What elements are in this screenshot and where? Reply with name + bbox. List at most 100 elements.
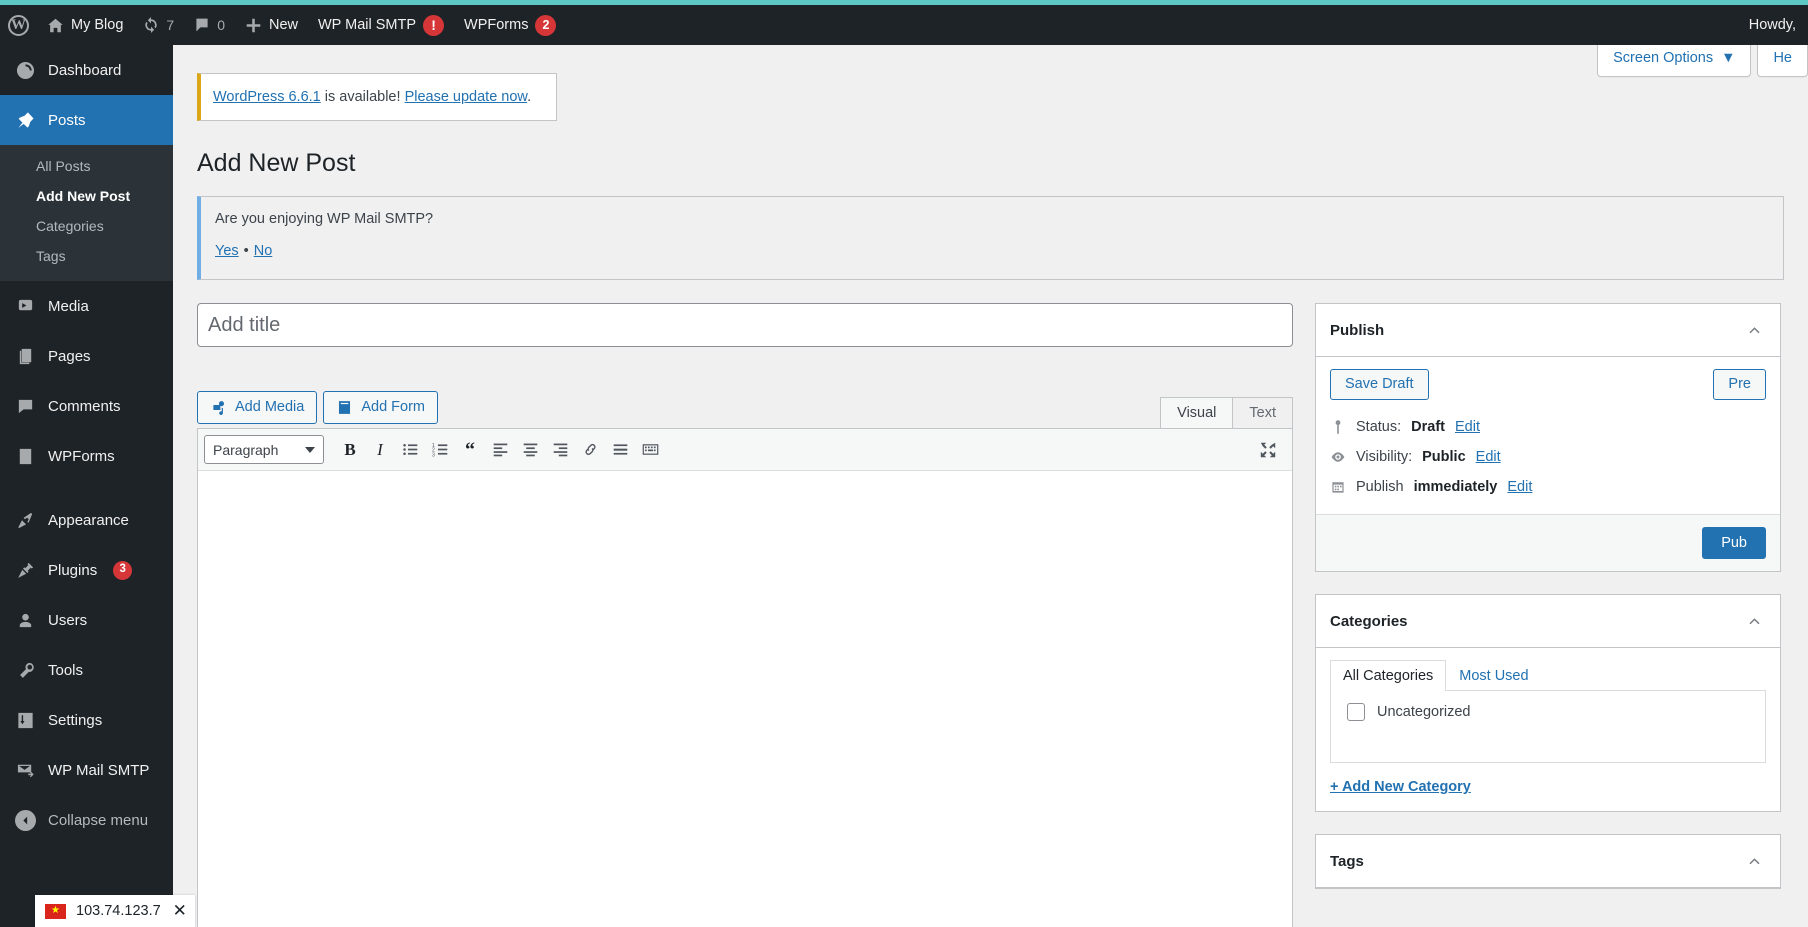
add-media-button[interactable]: Add Media xyxy=(197,391,317,424)
collapse-menu-button[interactable]: Collapse menu xyxy=(0,795,173,845)
edit-schedule-link[interactable]: Edit xyxy=(1507,479,1532,495)
close-icon[interactable]: ✕ xyxy=(171,901,187,921)
categories-checklist: Uncategorized xyxy=(1330,691,1766,763)
wp-mail-smtp-review-notice: Are you enjoying WP Mail SMTP? Yes•No xyxy=(197,196,1784,280)
sidebar-item-tools[interactable]: Tools xyxy=(0,645,173,695)
site-name-label: My Blog xyxy=(71,17,123,33)
plugins-update-badge: 3 xyxy=(113,561,132,580)
paragraph-format-select[interactable]: ParagraphHeading 1Heading 2Heading 3Pref… xyxy=(204,435,324,464)
menu-separator xyxy=(0,481,173,495)
italic-icon[interactable]: I xyxy=(366,436,394,464)
sidebar-item-wp-mail-smtp[interactable]: WP Mail SMTP xyxy=(0,745,173,795)
main-content-area: Screen Options ▼ He WordPress 6.6.1 is a… xyxy=(173,45,1808,927)
read-more-icon[interactable] xyxy=(606,436,634,464)
align-left-icon[interactable] xyxy=(486,436,514,464)
add-form-button[interactable]: Add Form xyxy=(323,391,438,424)
category-item-uncategorized[interactable]: Uncategorized xyxy=(1347,703,1753,721)
toolbar-toggle-icon[interactable] xyxy=(636,436,664,464)
sidebar-subitem-add-new-post[interactable]: Add New Post xyxy=(0,181,173,211)
editor-mode-tabs: Visual Text xyxy=(1161,397,1293,428)
publish-button[interactable]: Pub xyxy=(1702,527,1766,560)
chevron-up-icon[interactable] xyxy=(1740,316,1768,344)
post-title-input[interactable] xyxy=(197,303,1293,347)
help-button[interactable]: He xyxy=(1757,45,1808,77)
sidebar-item-posts[interactable]: Posts xyxy=(0,95,173,145)
bulleted-list-icon[interactable] xyxy=(396,436,424,464)
sidebar-item-dashboard[interactable]: Dashboard xyxy=(0,45,173,95)
sidebar-item-pages[interactable]: Pages xyxy=(0,331,173,381)
fullscreen-icon[interactable] xyxy=(1254,436,1282,464)
sidebar-item-wpforms[interactable]: WPForms xyxy=(0,431,173,481)
wp-mail-smtp-menu[interactable]: WP Mail SMTP ! xyxy=(308,5,454,45)
sidebar-item-label: Appearance xyxy=(48,512,129,529)
help-label: He xyxy=(1773,50,1792,66)
post-status-row: Status: Draft Edit xyxy=(1330,412,1766,442)
edit-status-link[interactable]: Edit xyxy=(1455,419,1480,435)
post-visibility-label: Visibility: xyxy=(1356,449,1412,465)
home-icon xyxy=(47,17,64,34)
sidebar-item-media[interactable]: Media xyxy=(0,281,173,331)
updates-menu[interactable]: 7 xyxy=(133,5,184,45)
add-new-category-link[interactable]: + Add New Category xyxy=(1330,779,1471,795)
comments-menu[interactable]: 0 xyxy=(184,5,235,45)
wp-mail-smtp-alert-badge: ! xyxy=(423,15,444,36)
pages-icon xyxy=(14,347,36,366)
save-draft-button[interactable]: Save Draft xyxy=(1330,369,1429,400)
eye-icon xyxy=(1330,449,1346,465)
post-sidebar-column: Publish Save Draft Pre xyxy=(1315,303,1781,911)
numbered-list-icon[interactable]: 123 xyxy=(426,436,454,464)
blockquote-icon[interactable]: “ xyxy=(456,436,484,464)
wp-logo-menu[interactable]: W xyxy=(0,5,37,45)
align-right-icon[interactable] xyxy=(546,436,574,464)
please-update-now-link[interactable]: Please update now xyxy=(405,89,528,105)
post-schedule-row: Publish immediately Edit xyxy=(1330,472,1766,502)
category-checkbox[interactable] xyxy=(1347,703,1365,721)
tab-text[interactable]: Text xyxy=(1232,397,1293,428)
screen-options-button[interactable]: Screen Options ▼ xyxy=(1597,45,1751,77)
smtp-notice-no-link[interactable]: No xyxy=(254,243,273,259)
smtp-notice-separator: • xyxy=(244,243,249,259)
sidebar-item-plugins[interactable]: Plugins 3 xyxy=(0,545,173,595)
publish-metabox-title: Publish xyxy=(1330,322,1384,339)
align-center-icon[interactable] xyxy=(516,436,544,464)
editor-content-area[interactable] xyxy=(198,472,1292,927)
update-notice: WordPress 6.6.1 is available! Please upd… xyxy=(197,73,557,121)
sidebar-item-settings[interactable]: Settings xyxy=(0,695,173,745)
media-icon xyxy=(14,297,36,316)
sidebar-item-comments[interactable]: Comments xyxy=(0,381,173,431)
sidebar-subitem-all-posts[interactable]: All Posts xyxy=(0,151,173,181)
chevron-up-icon[interactable] xyxy=(1740,847,1768,875)
sidebar-subitem-categories[interactable]: Categories xyxy=(0,211,173,241)
new-content-menu[interactable]: New xyxy=(235,5,308,45)
tab-all-categories[interactable]: All Categories xyxy=(1330,660,1446,691)
smtp-notice-yes-link[interactable]: Yes xyxy=(215,243,239,259)
sidebar-item-appearance[interactable]: Appearance xyxy=(0,495,173,545)
post-editor-column: Add Media Add Form Visual Text Paragraph… xyxy=(197,303,1293,927)
edit-visibility-link[interactable]: Edit xyxy=(1476,449,1501,465)
updates-icon xyxy=(143,17,159,33)
post-visibility-row: Visibility: Public Edit xyxy=(1330,442,1766,472)
post-visibility-value: Public xyxy=(1422,449,1466,465)
chevron-up-icon[interactable] xyxy=(1740,607,1768,635)
wordpress-version-link[interactable]: WordPress 6.6.1 xyxy=(213,89,321,105)
add-media-label: Add Media xyxy=(235,400,304,415)
tab-most-used[interactable]: Most Used xyxy=(1446,660,1541,691)
paragraph-format-select-wrapper: ParagraphHeading 1Heading 2Heading 3Pref… xyxy=(204,435,324,464)
howdy-greeting[interactable]: Howdy, xyxy=(1749,17,1796,33)
publish-metabox-body: Save Draft Pre Status: Draft Edit xyxy=(1316,357,1780,502)
update-notice-end: . xyxy=(527,89,531,105)
preview-button[interactable]: Pre xyxy=(1713,369,1766,400)
categories-metabox-title: Categories xyxy=(1330,613,1408,630)
sidebar-subitem-tags[interactable]: Tags xyxy=(0,241,173,271)
minor-publishing-actions: Save Draft Pre xyxy=(1330,369,1766,412)
insert-link-icon[interactable] xyxy=(576,436,604,464)
sidebar-item-label: Dashboard xyxy=(48,62,121,79)
vietnam-flag-icon: ★ xyxy=(45,904,66,919)
site-name-menu[interactable]: My Blog xyxy=(37,5,133,45)
tools-wrench-icon xyxy=(14,661,36,680)
sidebar-item-users[interactable]: Users xyxy=(0,595,173,645)
wpforms-menu[interactable]: WPForms 2 xyxy=(454,5,566,45)
tab-visual[interactable]: Visual xyxy=(1160,397,1233,428)
bold-icon[interactable]: B xyxy=(336,436,364,464)
screen-options-label: Screen Options xyxy=(1613,50,1713,66)
